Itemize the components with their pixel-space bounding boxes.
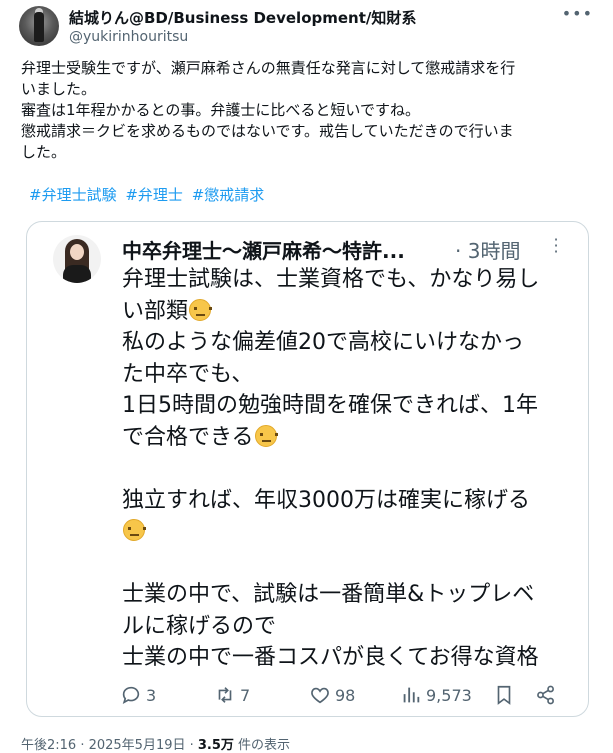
quoted-line-text: 1日5時間の勉強時間を確保できれば、1年	[122, 393, 538, 418]
quoted-line	[122, 453, 577, 485]
quoted-line: い部類	[122, 296, 577, 328]
hashtag-link[interactable]: #弁理士	[125, 186, 183, 204]
quoted-post[interactable]: 中卒弁理士〜瀬戸麻希〜特許... · 3時間 · · · 弁理士試験は、士業資格でも…	[26, 221, 589, 717]
bookmark-icon	[497, 685, 511, 705]
views-button[interactable]: 9,573	[400, 680, 472, 710]
quoted-line-text: 士業の中で一番コスパが良くてお得な資格	[122, 645, 539, 670]
quoted-line-text: ルに稼げるので	[122, 613, 277, 639]
post-text: 弁理士受験生ですが、瀬戸麻希さんの無責任な発言に対して懲戒請求を行 いました。 …	[21, 58, 601, 163]
post-line: いました。	[21, 80, 97, 98]
quoted-line: 弁理士試験は、士業資格でも、かなり易し	[122, 264, 577, 296]
quoted-line: 私のような偏差値20で高校にいけなかっ	[122, 327, 577, 359]
views-icon	[403, 687, 420, 703]
views-count: 9,573	[426, 685, 472, 705]
rolling-eyes-emoji-icon	[189, 298, 213, 321]
repost-count: 7	[240, 685, 251, 705]
quoted-line-text: い部類	[122, 298, 189, 324]
repost-icon	[218, 687, 232, 703]
quoted-line: 士業の中で一番コスパが良くてお得な資格	[122, 642, 577, 674]
quoted-author-name[interactable]: 中卒弁理士〜瀬戸麻希〜特許...	[122, 235, 405, 264]
reply-icon	[122, 686, 140, 705]
quoted-author-avatar[interactable]	[53, 235, 101, 283]
like-icon	[311, 687, 329, 704]
reply-button[interactable]: 3	[120, 680, 156, 710]
rolling-eyes-emoji-icon	[123, 519, 146, 541]
quoted-line: で合格できる	[122, 422, 577, 454]
like-count: 98	[335, 685, 356, 705]
quoted-line	[122, 548, 577, 580]
views-total: 3.5万	[197, 738, 234, 753]
reply-count: 3	[146, 685, 157, 705]
quoted-line-text: で合格できる	[122, 424, 254, 450]
like-button[interactable]: 98	[309, 680, 355, 710]
quoted-line: ルに稼げるので	[122, 611, 577, 643]
quoted-line-text: 弁理士試験は、士業資格でも、かなり易し	[122, 267, 540, 292]
quoted-line-text: 私のような偏差値20で高校にいけなかっ	[122, 330, 524, 355]
post-timestamp[interactable]: 午後2:16 · 2025年5月19日 ·	[21, 738, 198, 753]
quoted-post-text: 弁理士試験は、士業資格でも、かなり易し い部類私のような偏差値20で高校にいけなか…	[122, 264, 577, 674]
quoted-more-icon[interactable]: · · ·	[552, 232, 560, 260]
quoted-line-text: 独立すれば、年収3000万は確実に稼げる	[122, 487, 530, 513]
post-line: 審査は1年程かかるとの事。弁護士に比べると短いですね。	[21, 101, 420, 119]
post-line: した。	[21, 143, 67, 161]
action-bar: 3 7 98 9,573	[0, 680, 613, 710]
quoted-line-text: 士業の中で、試験は一番簡単&トップレベ	[122, 582, 535, 607]
repost-button[interactable]: 7	[214, 680, 250, 710]
quoted-line: た中卒でも、	[122, 359, 577, 391]
hashtag-link[interactable]: #弁理士試験	[29, 186, 117, 204]
quoted-post-time[interactable]: · 3時間	[455, 235, 520, 264]
post-line: 懲戒請求＝クビを求めるものではないです。戒告していただきので行いま	[21, 122, 514, 140]
more-icon[interactable]: •••	[562, 4, 593, 23]
hashtag-link[interactable]: #懲戒請求	[192, 186, 265, 204]
quoted-line-text: た中卒でも、	[122, 361, 254, 387]
quoted-line: 1日5時間の勉強時間を確保できれば、1年	[122, 390, 577, 422]
rolling-eyes-emoji-icon	[254, 424, 278, 447]
post-meta: 午後2:16 · 2025年5月19日 · 3.5万 件の表示	[21, 734, 290, 753]
quoted-line: 士業の中で、試験は一番簡単&トップレベ	[122, 579, 577, 611]
quoted-line: 独立すれば、年収3000万は確実に稼げる	[122, 485, 577, 517]
share-button[interactable]	[535, 680, 557, 710]
author-avatar[interactable]	[19, 6, 59, 46]
quoted-line	[122, 516, 577, 548]
bookmark-button[interactable]	[493, 680, 515, 710]
views-label: 件の表示	[233, 738, 291, 753]
post-line: 弁理士受験生ですが、瀬戸麻希さんの無責任な発言に対して懲戒請求を行	[21, 59, 516, 77]
author-name[interactable]: 結城りん@BD/Business Development/知財系	[69, 7, 416, 28]
hashtags: #弁理士試験 #弁理士 #懲戒請求	[29, 184, 268, 205]
share-icon	[537, 685, 554, 705]
author-handle[interactable]: @yukirinhouritsu	[69, 29, 188, 45]
